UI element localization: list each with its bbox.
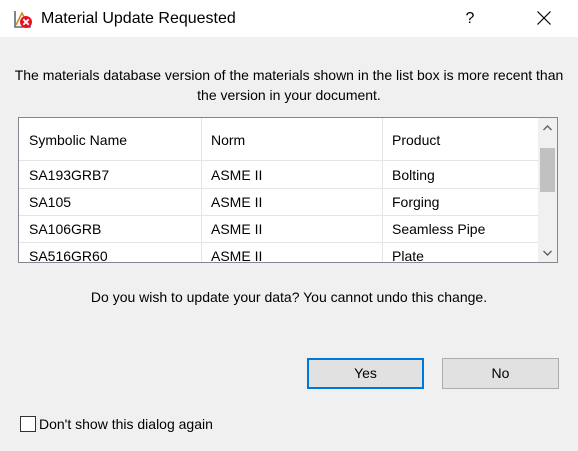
table-row[interactable]: SA106GRB ASME II Seamless Pipe bbox=[19, 216, 538, 242]
norm-cell: ASME II bbox=[211, 167, 263, 183]
norm-cell: ASME II bbox=[211, 221, 263, 237]
scrollbar-thumb[interactable] bbox=[540, 148, 555, 192]
column-header-product[interactable]: Product bbox=[392, 124, 440, 156]
materials-listbox[interactable]: Symbolic Name Norm Product SA193GRB7 ASM… bbox=[18, 117, 558, 263]
close-icon[interactable] bbox=[522, 0, 566, 37]
symbolic-name-cell: SA193GRB7 bbox=[29, 167, 110, 183]
title-bar: Material Update Requested ? bbox=[0, 0, 578, 37]
no-button[interactable]: No bbox=[442, 358, 559, 389]
confirmation-question: Do you wish to update your data? You can… bbox=[90, 289, 488, 305]
symbolic-name-cell: SA516GR60 bbox=[29, 248, 108, 263]
dont-show-again-label[interactable]: Don't show this dialog again bbox=[39, 416, 213, 433]
help-icon[interactable]: ? bbox=[452, 0, 488, 37]
header-divider bbox=[19, 160, 538, 161]
product-cell: Bolting bbox=[392, 167, 435, 183]
table-row[interactable]: SA193GRB7 ASME II Bolting bbox=[19, 162, 538, 188]
material-error-icon bbox=[13, 9, 33, 29]
dialog-title: Material Update Requested bbox=[41, 10, 236, 27]
symbolic-name-cell: SA105 bbox=[29, 194, 72, 210]
scroll-up-icon[interactable] bbox=[538, 120, 557, 137]
product-cell: Seamless Pipe bbox=[392, 221, 486, 237]
norm-cell: ASME II bbox=[211, 248, 263, 263]
info-message: The materials database version of the ma… bbox=[14, 67, 564, 103]
scroll-down-icon[interactable] bbox=[538, 245, 557, 262]
table-header-row: Symbolic Name Norm Product bbox=[19, 124, 538, 156]
product-cell: Plate bbox=[392, 248, 424, 263]
vertical-scrollbar[interactable] bbox=[538, 118, 557, 262]
table-row[interactable]: SA516GR60 ASME II Plate bbox=[19, 243, 538, 263]
norm-cell: ASME II bbox=[211, 194, 263, 210]
column-header-symbolic-name[interactable]: Symbolic Name bbox=[29, 124, 127, 156]
product-cell: Forging bbox=[392, 194, 440, 210]
column-header-norm[interactable]: Norm bbox=[211, 124, 245, 156]
yes-button[interactable]: Yes bbox=[307, 358, 424, 389]
table-row[interactable]: SA105 ASME II Forging bbox=[19, 189, 538, 215]
symbolic-name-cell: SA106GRB bbox=[29, 221, 102, 237]
dont-show-again-checkbox[interactable] bbox=[20, 416, 36, 432]
